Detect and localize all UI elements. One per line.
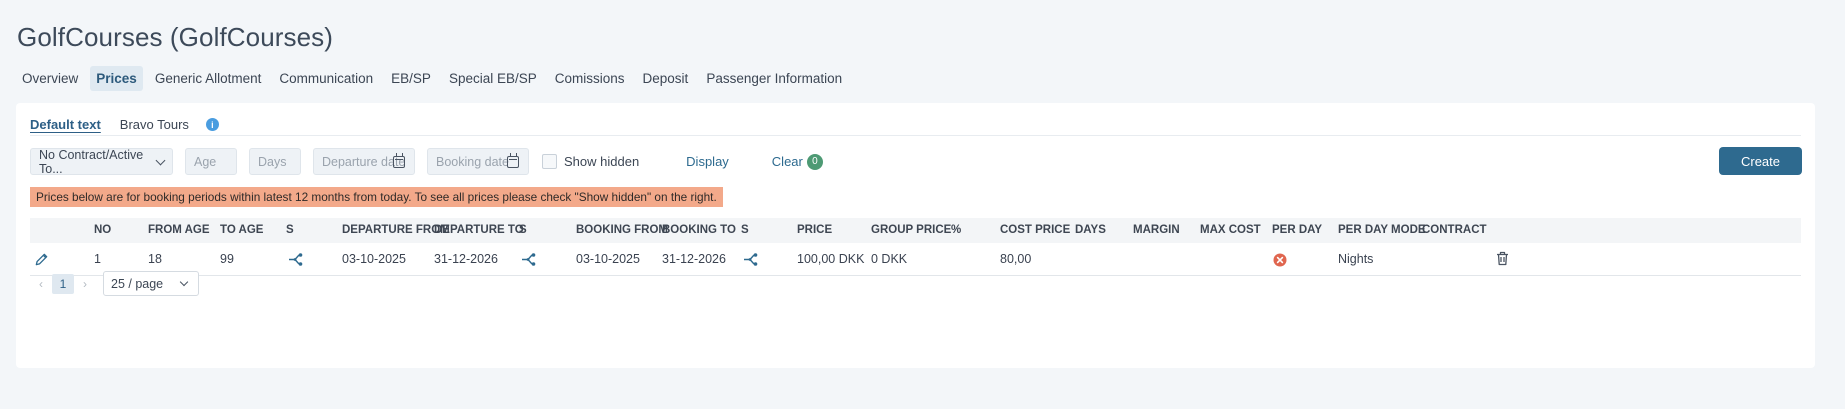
page-number-current[interactable]: 1 — [52, 273, 74, 294]
booking-date-placeholder: Booking date — [436, 154, 509, 169]
prev-page-button[interactable]: ‹ — [30, 277, 52, 291]
show-hidden-label: Show hidden — [564, 154, 640, 169]
tab-eb-sp[interactable]: EB/SP — [385, 66, 437, 91]
tab-overview[interactable]: Overview — [16, 66, 84, 91]
col-header-margin: MARGIN — [1133, 224, 1180, 236]
clear-button[interactable]: Clear 0 — [771, 153, 823, 170]
cell-group-price: 0 DKK — [871, 252, 908, 266]
col-header-cost-price: COST PRICE — [1000, 224, 1071, 236]
departure-date-picker[interactable]: Departure date — [313, 148, 415, 175]
col-header-max-cost: MAX COST — [1200, 224, 1261, 236]
table-row: 1 18 99 03-10-2025 31-12-2026 03-10-2025… — [30, 243, 1801, 276]
pagination: ‹ 1 › 25 / page — [30, 271, 199, 296]
share-nodes-icon[interactable] — [743, 253, 759, 269]
filter-bar: No Contract/Active To... Age Days Depart… — [30, 147, 823, 176]
calendar-icon — [393, 153, 405, 168]
col-header-s: S — [741, 224, 749, 236]
col-header-s: S — [519, 224, 527, 236]
page-size-value: 25 / page — [111, 276, 164, 291]
col-header-departure-to: DEPARTURE TO — [434, 224, 524, 236]
cell-booking-to: 31-12-2026 — [662, 252, 726, 266]
display-button[interactable]: Display — [686, 154, 729, 169]
table-header: NO FROM AGE TO AGE S DEPARTURE FROM DEPA… — [30, 218, 1801, 243]
cell-departure-to: 31-12-2026 — [434, 252, 498, 266]
cell-to-age: 99 — [220, 252, 234, 266]
col-header-price: PRICE — [797, 224, 833, 236]
page-size-select[interactable]: 25 / page — [103, 271, 199, 296]
warning-banner: Prices below are for booking periods wit… — [30, 187, 723, 207]
days-input[interactable]: Days — [249, 148, 301, 175]
cell-cost-price: 80,00 — [1000, 252, 1032, 266]
share-nodes-icon[interactable] — [521, 253, 537, 269]
contract-select-value: No Contract/Active To... — [39, 147, 144, 176]
subtab-default-text[interactable]: Default text — [30, 117, 101, 132]
trash-icon[interactable] — [1496, 251, 1509, 269]
edit-pencil-icon[interactable] — [34, 252, 49, 270]
calendar-icon — [507, 153, 519, 168]
create-button[interactable]: Create — [1719, 147, 1802, 175]
col-header-s: S — [286, 224, 294, 236]
cell-booking-from: 03-10-2025 — [576, 252, 640, 266]
booking-date-picker[interactable]: Booking date — [427, 148, 529, 175]
tab-deposit[interactable]: Deposit — [637, 66, 695, 91]
col-header-group-price: GROUP PRICE — [871, 224, 952, 236]
share-nodes-icon[interactable] — [288, 253, 304, 269]
clear-label: Clear — [771, 154, 803, 169]
page-title: GolfCourses (GolfCourses) — [17, 22, 334, 52]
col-header-per-day: PER DAY — [1272, 224, 1323, 236]
tab-bar: Overview Prices Generic Allotment Commun… — [16, 66, 854, 91]
tab-special-eb-sp[interactable]: Special EB/SP — [443, 66, 543, 91]
tab-generic-allotment[interactable]: Generic Allotment — [149, 66, 268, 91]
show-hidden-checkbox[interactable] — [542, 154, 557, 169]
col-header-percent: % — [951, 224, 962, 236]
prices-card: Default text Bravo Tours i No Contract/A… — [16, 103, 1815, 368]
col-header-to-age: TO AGE — [220, 224, 264, 236]
tab-passenger-information[interactable]: Passenger Information — [700, 66, 848, 91]
tab-prices[interactable]: Prices — [90, 66, 143, 91]
info-icon[interactable]: i — [205, 118, 219, 131]
col-header-days: DAYS — [1075, 224, 1106, 236]
cell-price: 100,00 DKK — [797, 252, 865, 266]
chevron-down-icon — [179, 277, 189, 287]
col-header-no: NO — [94, 224, 112, 236]
col-header-per-day-mode: PER DAY MODE — [1338, 224, 1426, 236]
cross-circle-icon — [1273, 253, 1287, 270]
col-header-from-age: FROM AGE — [148, 224, 210, 236]
show-hidden-toggle[interactable]: Show hidden — [542, 154, 639, 169]
col-header-booking-to: BOOKING TO — [662, 224, 736, 236]
tab-comissions[interactable]: Comissions — [549, 66, 631, 91]
language-tabs: Default text Bravo Tours i — [30, 117, 219, 132]
tab-communication[interactable]: Communication — [273, 66, 379, 91]
prices-table: NO FROM AGE TO AGE S DEPARTURE FROM DEPA… — [30, 218, 1801, 276]
divider — [30, 135, 1801, 136]
subtab-bravo-tours[interactable]: Bravo Tours — [120, 117, 189, 132]
next-page-button[interactable]: › — [74, 277, 96, 291]
contract-select[interactable]: No Contract/Active To... — [30, 147, 173, 176]
col-header-booking-from: BOOKING FROM — [576, 224, 668, 236]
clear-count-badge: 0 — [806, 153, 823, 170]
cell-departure-from: 03-10-2025 — [342, 252, 406, 266]
col-header-contract: CONTRACT — [1422, 224, 1487, 236]
cell-per-day-mode: Nights — [1338, 252, 1374, 266]
age-input[interactable]: Age — [185, 148, 237, 175]
